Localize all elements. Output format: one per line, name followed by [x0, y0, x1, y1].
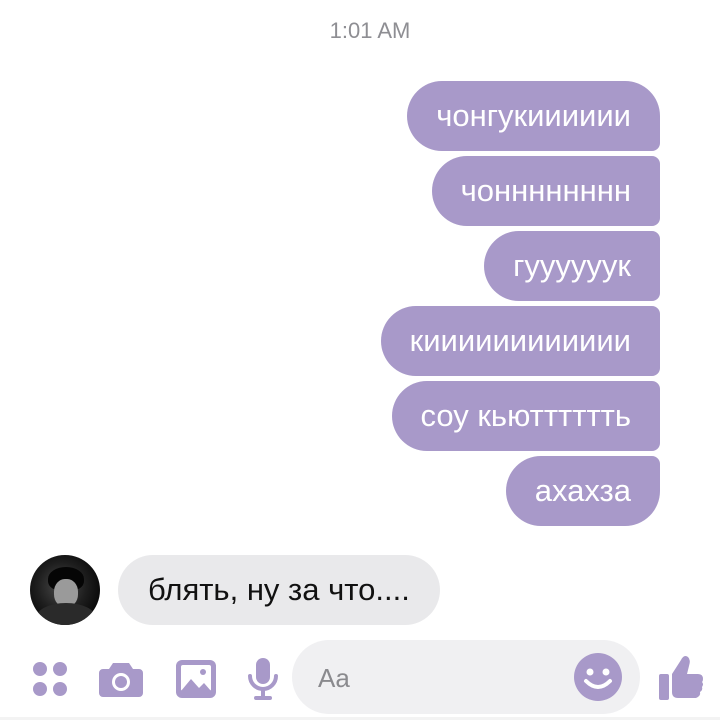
outgoing-message-bubble[interactable]: ахахза [505, 456, 660, 526]
outgoing-message-bubble[interactable]: соу кьютттттть [391, 381, 660, 451]
outgoing-message-bubble[interactable]: чонннннннн [431, 156, 660, 226]
image-icon[interactable] [173, 656, 219, 702]
outgoing-message-bubble[interactable]: гуууууук [484, 231, 660, 301]
outgoing-message-group: чонгукииииии чонннннннн гуууууук кииииии… [380, 81, 660, 526]
camera-icon[interactable] [98, 656, 144, 702]
outgoing-message-bubble[interactable]: кииииииииииии [380, 306, 660, 376]
incoming-message-row: блять, ну за что.... [30, 555, 440, 625]
message-timestamp: 1:01 AM [329, 18, 411, 43]
outgoing-message-bubble[interactable]: чонгукииииии [407, 81, 660, 151]
emoji-icon[interactable] [572, 651, 624, 703]
apps-icon[interactable] [27, 656, 73, 702]
message-input[interactable] [316, 658, 570, 698]
contact-avatar[interactable] [30, 555, 100, 625]
avatar-shoulders [36, 603, 96, 625]
incoming-message-bubble[interactable]: блять, ну за что.... [118, 555, 440, 625]
message-composer [292, 640, 640, 714]
thumbs-up-icon[interactable] [656, 652, 706, 702]
microphone-icon[interactable] [240, 656, 286, 702]
composer-toolbar [0, 640, 720, 716]
